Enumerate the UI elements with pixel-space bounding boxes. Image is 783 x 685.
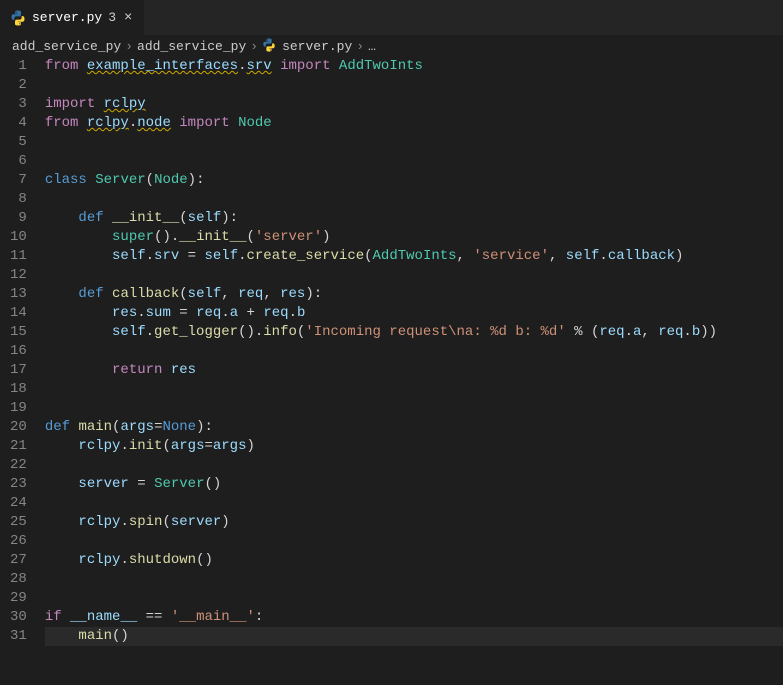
line-number: 5 bbox=[10, 133, 27, 152]
code-line[interactable]: def main(args=None): bbox=[45, 418, 783, 437]
line-number: 26 bbox=[10, 532, 27, 551]
python-icon bbox=[262, 38, 278, 54]
line-number: 12 bbox=[10, 266, 27, 285]
tab-server-py[interactable]: server.py 3 × bbox=[0, 0, 145, 35]
line-number: 22 bbox=[10, 456, 27, 475]
code-line[interactable] bbox=[45, 494, 783, 513]
code-line[interactable] bbox=[45, 399, 783, 418]
line-number: 19 bbox=[10, 399, 27, 418]
line-number: 8 bbox=[10, 190, 27, 209]
line-number: 30 bbox=[10, 608, 27, 627]
line-number: 7 bbox=[10, 171, 27, 190]
breadcrumb[interactable]: add_service_py › add_service_py › server… bbox=[0, 35, 783, 57]
chevron-right-icon: › bbox=[125, 39, 133, 54]
code-area[interactable]: from example_interfaces.srv import AddTw… bbox=[45, 57, 783, 685]
tab-filename: server.py bbox=[32, 10, 102, 25]
line-number-gutter: 1234567891011121314151617181920212223242… bbox=[0, 57, 45, 685]
code-line[interactable]: rclpy.shutdown() bbox=[45, 551, 783, 570]
line-number: 16 bbox=[10, 342, 27, 361]
tab-bar: server.py 3 × bbox=[0, 0, 783, 35]
code-line[interactable]: from rclpy.node import Node bbox=[45, 114, 783, 133]
code-line[interactable] bbox=[45, 152, 783, 171]
code-line[interactable]: def callback(self, req, res): bbox=[45, 285, 783, 304]
code-line[interactable]: server = Server() bbox=[45, 475, 783, 494]
code-line[interactable]: res.sum = req.a + req.b bbox=[45, 304, 783, 323]
line-number: 11 bbox=[10, 247, 27, 266]
breadcrumb-item[interactable]: add_service_py bbox=[12, 39, 121, 54]
code-line[interactable]: import rclpy bbox=[45, 95, 783, 114]
code-line[interactable] bbox=[45, 342, 783, 361]
code-line[interactable]: from example_interfaces.srv import AddTw… bbox=[45, 57, 783, 76]
code-line[interactable]: rclpy.init(args=args) bbox=[45, 437, 783, 456]
code-line[interactable] bbox=[45, 532, 783, 551]
breadcrumb-item[interactable]: … bbox=[368, 39, 376, 54]
line-number: 10 bbox=[10, 228, 27, 247]
line-number: 3 bbox=[10, 95, 27, 114]
line-number: 9 bbox=[10, 209, 27, 228]
line-number: 2 bbox=[10, 76, 27, 95]
tab-dirty-indicator: 3 bbox=[108, 10, 116, 25]
code-line[interactable] bbox=[45, 380, 783, 399]
line-number: 14 bbox=[10, 304, 27, 323]
line-number: 27 bbox=[10, 551, 27, 570]
line-number: 20 bbox=[10, 418, 27, 437]
line-number: 4 bbox=[10, 114, 27, 133]
chevron-right-icon: › bbox=[250, 39, 258, 54]
line-number: 21 bbox=[10, 437, 27, 456]
code-line[interactable]: if __name__ == '__main__': bbox=[45, 608, 783, 627]
code-line[interactable]: def __init__(self): bbox=[45, 209, 783, 228]
line-number: 31 bbox=[10, 627, 27, 646]
line-number: 25 bbox=[10, 513, 27, 532]
line-number: 18 bbox=[10, 380, 27, 399]
line-number: 6 bbox=[10, 152, 27, 171]
code-line[interactable]: main() bbox=[45, 627, 783, 646]
line-number: 24 bbox=[10, 494, 27, 513]
breadcrumb-item[interactable]: server.py bbox=[282, 39, 352, 54]
python-icon bbox=[10, 10, 26, 26]
breadcrumb-item[interactable]: add_service_py bbox=[137, 39, 246, 54]
code-line[interactable] bbox=[45, 190, 783, 209]
code-line[interactable] bbox=[45, 589, 783, 608]
code-line[interactable] bbox=[45, 133, 783, 152]
line-number: 13 bbox=[10, 285, 27, 304]
code-line[interactable]: rclpy.spin(server) bbox=[45, 513, 783, 532]
code-line[interactable] bbox=[45, 76, 783, 95]
line-number: 29 bbox=[10, 589, 27, 608]
code-line[interactable] bbox=[45, 456, 783, 475]
line-number: 28 bbox=[10, 570, 27, 589]
code-line[interactable]: class Server(Node): bbox=[45, 171, 783, 190]
code-line[interactable]: super().__init__('server') bbox=[45, 228, 783, 247]
code-line[interactable] bbox=[45, 266, 783, 285]
code-line[interactable]: self.srv = self.create_service(AddTwoInt… bbox=[45, 247, 783, 266]
code-line[interactable]: return res bbox=[45, 361, 783, 380]
line-number: 23 bbox=[10, 475, 27, 494]
close-icon[interactable]: × bbox=[122, 10, 134, 26]
code-line[interactable]: self.get_logger().info('Incoming request… bbox=[45, 323, 783, 342]
code-line[interactable] bbox=[45, 570, 783, 589]
code-editor[interactable]: 1234567891011121314151617181920212223242… bbox=[0, 57, 783, 685]
line-number: 1 bbox=[10, 57, 27, 76]
chevron-right-icon: › bbox=[356, 39, 364, 54]
line-number: 17 bbox=[10, 361, 27, 380]
line-number: 15 bbox=[10, 323, 27, 342]
